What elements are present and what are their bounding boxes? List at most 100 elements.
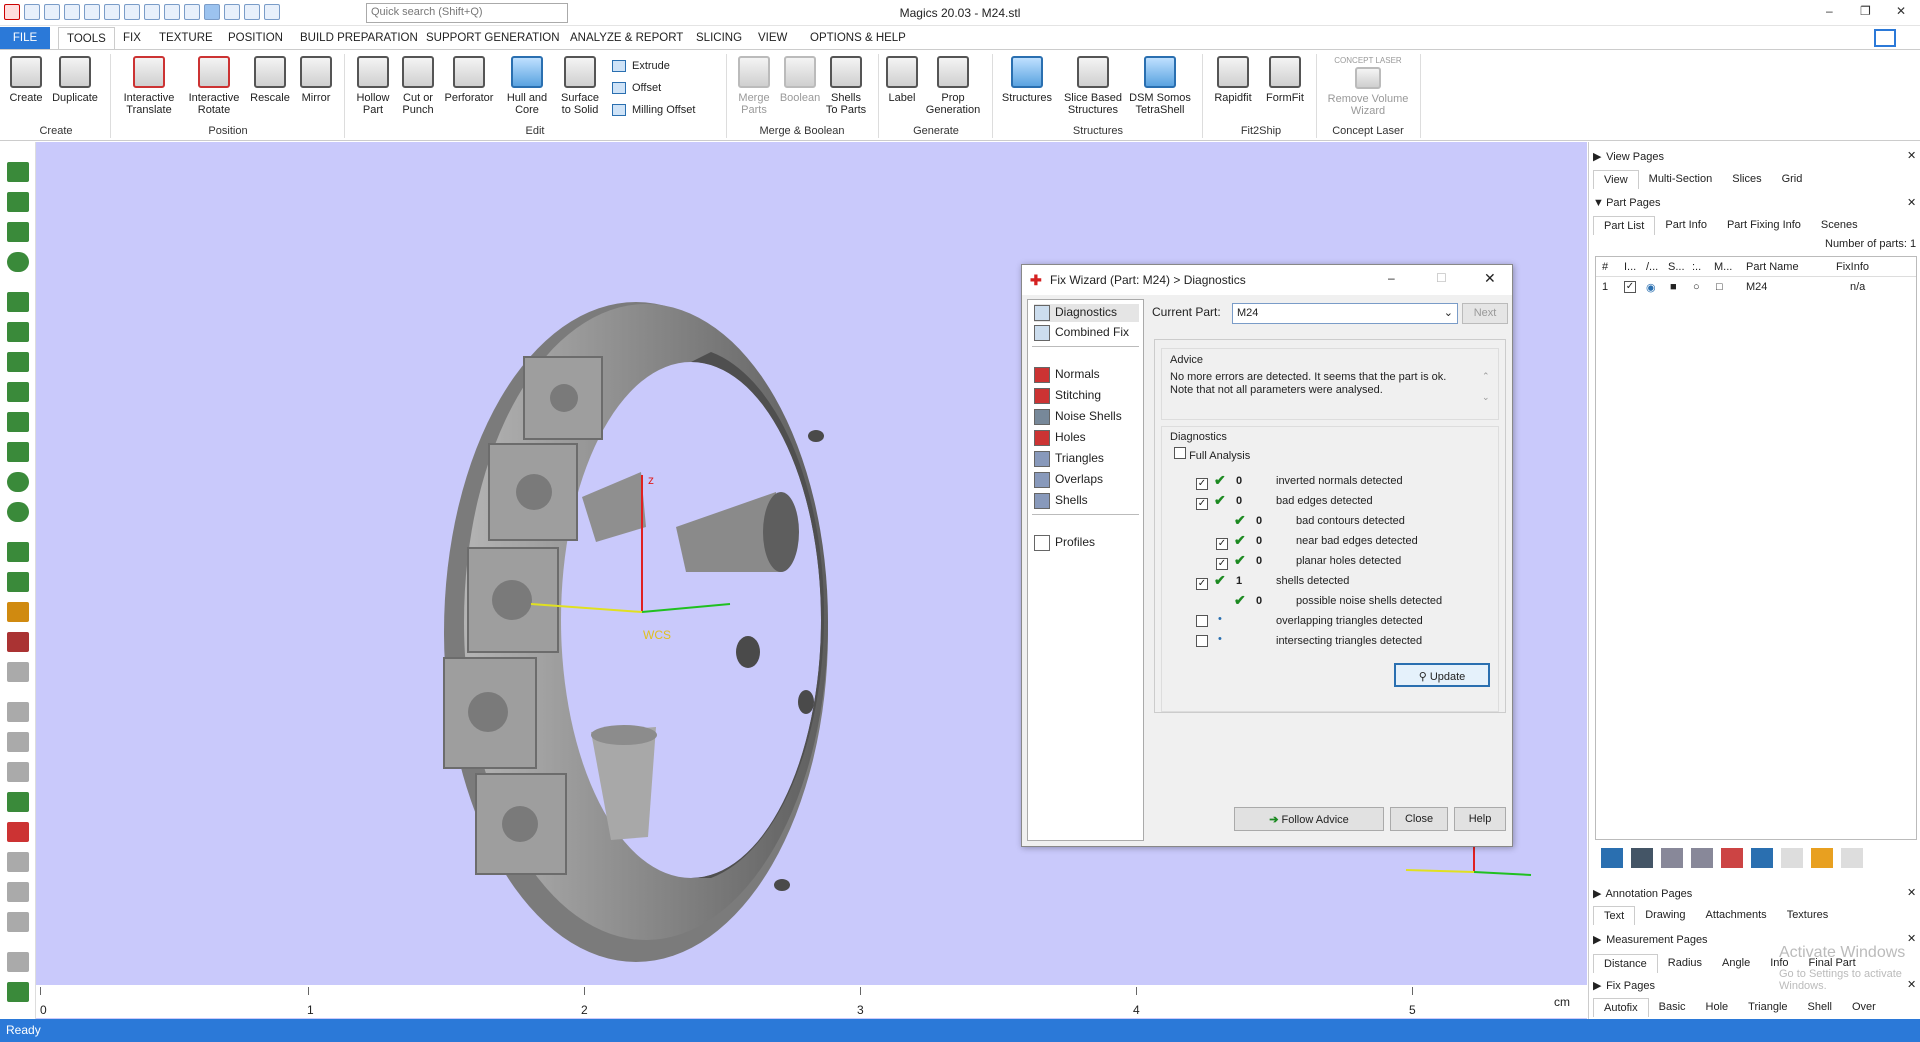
tab-triangle[interactable]: Triangle (1738, 998, 1797, 1017)
eye-icon[interactable]: ◉ (1646, 281, 1656, 294)
hull-and-core-button[interactable]: Hull and Core (502, 56, 552, 116)
mark-contour-icon[interactable] (7, 382, 29, 402)
menu-position[interactable]: POSITION (228, 32, 283, 44)
menu-tools[interactable]: TOOLS (58, 27, 115, 50)
diag-checkbox[interactable]: ✓ (1216, 538, 1228, 550)
remove-selection-icon[interactable] (7, 822, 29, 842)
mark-cube-icon[interactable] (7, 572, 29, 592)
mark-plane-icon[interactable] (7, 192, 29, 212)
tab-basic[interactable]: Basic (1649, 998, 1696, 1017)
diag-checkbox[interactable]: ✓ (1196, 498, 1208, 510)
structures-button[interactable]: Structures (998, 56, 1056, 104)
layout-icon[interactable] (1874, 29, 1896, 47)
mark-triangle-icon[interactable] (7, 162, 29, 182)
follow-advice-button[interactable]: ➔ Follow Advice (1234, 807, 1384, 831)
part-pages-header[interactable]: ▼ Part Pages (1593, 197, 1660, 209)
remove-volume-wizard-button[interactable]: CONCEPT LASER Remove Volume Wizard (1324, 56, 1412, 117)
nav-noise-shells[interactable]: Noise Shells (1034, 409, 1122, 425)
diag-checkbox[interactable]: ✓ (1216, 558, 1228, 570)
hollow-part-button[interactable]: Hollow Part (350, 56, 396, 116)
current-part-select[interactable]: M24 ⌄ (1232, 303, 1458, 324)
col-header[interactable]: Part Name (1746, 261, 1799, 273)
close-part-pages-icon[interactable]: ✕ (1907, 196, 1916, 209)
unmark-triangle-icon[interactable] (7, 702, 29, 722)
menu-slicing[interactable]: SLICING (696, 32, 742, 44)
mark-wave-icon[interactable] (7, 412, 29, 432)
expand-selection-icon[interactable] (7, 792, 29, 812)
col-header[interactable]: S... (1668, 261, 1685, 273)
mark-surface-icon[interactable] (7, 222, 29, 242)
help-button[interactable]: Help (1454, 807, 1506, 831)
tab-drawing[interactable]: Drawing (1635, 906, 1695, 925)
milling-offset-button[interactable]: Milling Offset (612, 104, 695, 117)
dsm-somos-tetrashell-button[interactable]: DSM Somos TetraShell (1128, 56, 1192, 116)
boolean-button[interactable]: Boolean (778, 56, 822, 104)
mark-cylinder-icon[interactable] (7, 502, 29, 522)
annotation-pages-header[interactable]: ▶ Annotation Pages (1593, 887, 1692, 900)
tool-icon[interactable] (1781, 848, 1803, 868)
rescale-button[interactable]: Rescale (248, 56, 292, 104)
mark-rectangle-icon[interactable] (7, 292, 29, 312)
unmark-box-icon[interactable] (7, 662, 29, 682)
prop-generation-button[interactable]: Prop Generation (922, 56, 984, 116)
offset-button[interactable]: Offset (612, 82, 661, 95)
part-visible-checkbox[interactable]: ✓ (1624, 281, 1636, 293)
nav-triangles[interactable]: Triangles (1034, 451, 1104, 467)
view-pages-header[interactable]: ▶ View Pages (1593, 150, 1664, 163)
advice-scrollbar[interactable]: ⌃ ⌄ (1482, 371, 1494, 411)
fix-pages-header[interactable]: ▶ Fix Pages (1593, 979, 1655, 992)
col-header[interactable]: I... (1624, 261, 1636, 273)
close-annotation-pages-icon[interactable]: ✕ (1907, 886, 1916, 899)
mark-sphere-icon[interactable] (7, 252, 29, 272)
col-header[interactable]: M... (1714, 261, 1732, 273)
shade-icon[interactable]: ■ (1670, 281, 1677, 293)
tab-textures[interactable]: Textures (1777, 906, 1839, 925)
tab-attachments[interactable]: Attachments (1696, 906, 1777, 925)
mark-circle-icon[interactable] (7, 472, 29, 492)
mark-polyline-icon[interactable] (7, 442, 29, 462)
mark-line-icon[interactable] (7, 352, 29, 372)
shells-to-parts-button[interactable]: Shells To Parts (824, 56, 868, 116)
col-header[interactable]: FixInfo (1836, 261, 1869, 273)
tab-multi-section[interactable]: Multi-Section (1639, 170, 1723, 189)
color-icon[interactable]: ○ (1693, 281, 1700, 293)
close-measurement-pages-icon[interactable]: ✕ (1907, 932, 1916, 945)
menu-file[interactable]: FILE (0, 27, 50, 49)
flag-icon[interactable] (7, 982, 29, 1002)
diag-checkbox[interactable]: ✓ (1196, 478, 1208, 490)
restore-button[interactable]: ❐ (1860, 4, 1871, 18)
dialog-close-button[interactable]: ✕ (1484, 270, 1496, 287)
material-icon[interactable]: □ (1716, 281, 1723, 293)
tab-slices[interactable]: Slices (1722, 170, 1771, 189)
cut-or-punch-button[interactable]: Cut or Punch (398, 56, 438, 116)
nav-holes[interactable]: Holes (1034, 430, 1086, 446)
close-button[interactable]: Close (1390, 807, 1448, 831)
unmark-surface-icon[interactable] (7, 762, 29, 782)
table-row[interactable]: 1 ✓ ◉ ■ ○ □ M24 n/a (1596, 277, 1916, 295)
part-properties-icon[interactable] (1631, 848, 1653, 868)
tab-shell[interactable]: Shell (1798, 998, 1842, 1017)
mark-box-icon[interactable] (7, 602, 29, 622)
col-header[interactable]: :.. (1692, 261, 1701, 273)
tab-radius[interactable]: Radius (1658, 954, 1712, 973)
menu-build-preparation[interactable]: BUILD PREPARATION (300, 32, 418, 44)
measure-icon[interactable] (7, 952, 29, 972)
unload-all-icon[interactable] (1691, 848, 1713, 868)
menu-analyze-report[interactable]: ANALYZE & REPORT (570, 32, 683, 44)
clear-icon[interactable] (1841, 848, 1863, 868)
delete-part-icon[interactable] (1721, 848, 1743, 868)
tab-grid[interactable]: Grid (1772, 170, 1813, 189)
rapidfit-button[interactable]: Rapidfit (1208, 56, 1258, 104)
formfit-button[interactable]: FormFit (1260, 56, 1310, 104)
merge-parts-button[interactable]: Merge Parts (732, 56, 776, 116)
tab-scenes[interactable]: Scenes (1811, 216, 1868, 235)
tab-part-fixing-info[interactable]: Part Fixing Info (1717, 216, 1811, 235)
col-header[interactable]: # (1602, 261, 1608, 273)
nav-overlaps[interactable]: Overlaps (1034, 472, 1103, 488)
label-button[interactable]: Label (884, 56, 920, 104)
measurement-pages-header[interactable]: ▶ Measurement Pages (1593, 933, 1708, 946)
menu-texture[interactable]: TEXTURE (159, 32, 213, 44)
slice-based-structures-button[interactable]: Slice Based Structures (1060, 56, 1126, 116)
select-all-icon[interactable] (7, 912, 29, 932)
surface-to-solid-button[interactable]: Surface to Solid (556, 56, 604, 116)
